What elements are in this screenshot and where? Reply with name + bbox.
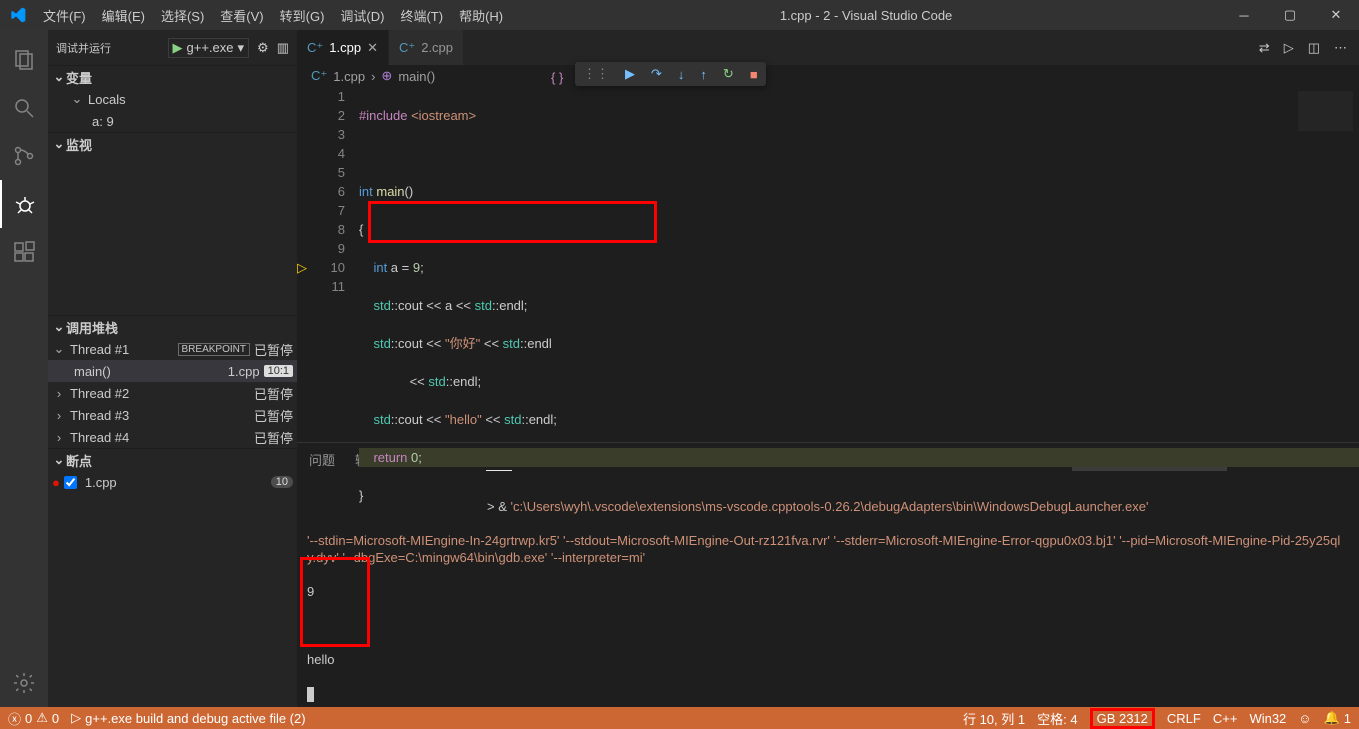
- split-editor-icon[interactable]: ◫: [1308, 40, 1320, 56]
- status-notifications[interactable]: 🔔1: [1324, 710, 1351, 726]
- status-bar: ⓧ0⚠0 ▷g++.exe build and debug active fil…: [0, 707, 1359, 729]
- locals-group[interactable]: ⌄Locals: [66, 88, 297, 110]
- glyph-margin: ▷: [297, 87, 311, 442]
- restart-icon[interactable]: ↻: [723, 66, 734, 82]
- annotation-box: [300, 557, 370, 647]
- menu-go[interactable]: 转到(G): [272, 6, 333, 25]
- play-icon[interactable]: ▶: [173, 40, 183, 56]
- cpp-file-icon: C⁺: [311, 68, 327, 84]
- variable-a[interactable]: a: 9: [66, 110, 297, 132]
- panel: 问题 输出 调试控制台 终端 2: cppdbg: 1.exe ＋ ◫ 🗑 ˄ …: [297, 442, 1359, 707]
- thread-4[interactable]: ›Thread #4已暂停: [48, 426, 297, 448]
- thread-1[interactable]: ⌄Thread #1BREAKPOINT已暂停: [48, 338, 297, 360]
- extensions-icon[interactable]: [0, 228, 48, 276]
- bell-icon: 🔔: [1324, 710, 1340, 726]
- status-platform[interactable]: Win32: [1249, 711, 1286, 726]
- stop-icon[interactable]: ■: [750, 67, 758, 82]
- line-numbers: 1234567891011: [311, 87, 359, 442]
- compare-icon[interactable]: ⇄: [1259, 40, 1270, 56]
- gear-icon[interactable]: ⚙: [257, 40, 269, 56]
- menu-view[interactable]: 查看(V): [212, 6, 271, 25]
- menu-debug[interactable]: 调试(D): [332, 6, 392, 25]
- breakpoint-row[interactable]: ● 1.cpp 10: [48, 471, 297, 493]
- search-icon[interactable]: [0, 84, 48, 132]
- window-title: 1.cpp - 2 - Visual Studio Code: [511, 8, 1221, 23]
- menu-file[interactable]: 文件(F): [35, 6, 94, 25]
- close-button[interactable]: ✕: [1313, 0, 1359, 30]
- watch-body[interactable]: [48, 155, 297, 315]
- tab-1cpp[interactable]: C⁺1.cpp✕: [297, 30, 389, 65]
- breadcrumb[interactable]: C⁺1.cpp› ⊕main(): [297, 65, 1359, 87]
- minimap[interactable]: [1298, 91, 1353, 131]
- status-encoding[interactable]: GB 2312: [1090, 708, 1155, 729]
- watch-section[interactable]: ⌄监视: [48, 133, 297, 155]
- terminal-cursor: [307, 687, 314, 702]
- warning-icon: ⚠: [36, 710, 48, 726]
- run-icon[interactable]: ▷: [1284, 40, 1294, 56]
- chevron-down-icon: ▾: [238, 40, 245, 56]
- activity-bar: [0, 30, 48, 707]
- sidebar-title: 调试并运行: [56, 40, 160, 56]
- debug-icon[interactable]: [0, 180, 48, 228]
- tab-2cpp[interactable]: C⁺2.cpp: [389, 30, 464, 65]
- status-language[interactable]: C++: [1213, 711, 1238, 726]
- vscode-logo-icon: [0, 7, 35, 23]
- cpp-file-icon: C⁺: [307, 40, 323, 56]
- breakpoint-dot-icon: ●: [52, 475, 60, 490]
- code-lines[interactable]: #include <iostream> int main() { int a =…: [359, 87, 1359, 442]
- editor-tabs: C⁺1.cpp✕ C⁺2.cpp ⇄ ▷ ◫ ⋯: [297, 30, 1359, 65]
- close-tab-icon[interactable]: ✕: [367, 40, 378, 56]
- step-into-icon[interactable]: ↓: [678, 67, 685, 82]
- thread-2[interactable]: ›Thread #2已暂停: [48, 382, 297, 404]
- debug-config-dropdown[interactable]: ▶ g++.exe ▾: [168, 38, 250, 58]
- maximize-button[interactable]: ▢: [1267, 0, 1313, 30]
- settings-gear-icon[interactable]: [0, 659, 48, 707]
- function-icon: ⊕: [381, 68, 392, 84]
- debug-console-icon[interactable]: ▥: [277, 40, 289, 56]
- editor-area: C⁺1.cpp✕ C⁺2.cpp ⇄ ▷ ◫ ⋯ C⁺1.cpp› ⊕main(…: [297, 30, 1359, 707]
- execution-pointer-icon: ▷: [297, 258, 311, 277]
- variables-section[interactable]: ⌄变量: [48, 66, 297, 88]
- status-errors[interactable]: ⓧ0⚠0: [8, 709, 59, 728]
- error-icon: ⓧ: [8, 709, 21, 728]
- cpp-file-icon: C⁺: [399, 40, 415, 56]
- terminal-body[interactable]: > & 'c:\Users\wyh\.vscode\extensions\ms-…: [297, 475, 1359, 707]
- step-over-icon[interactable]: ↷: [651, 66, 662, 82]
- sidebar-header: 调试并运行 ▶ g++.exe ▾ ⚙ ▥: [48, 30, 297, 65]
- step-out-icon[interactable]: ↑: [700, 67, 707, 82]
- menu-bar: 文件(F) 编辑(E) 选择(S) 查看(V) 转到(G) 调试(D) 终端(T…: [35, 6, 511, 25]
- drag-handle-icon[interactable]: ⋮⋮: [583, 66, 609, 82]
- callstack-section[interactable]: ⌄调用堆栈: [48, 316, 297, 338]
- status-eol[interactable]: CRLF: [1167, 711, 1201, 726]
- status-feedback-icon[interactable]: ☺: [1298, 711, 1311, 726]
- sidebar: 调试并运行 ▶ g++.exe ▾ ⚙ ▥ ⌄变量 ⌄Locals a: 9 ⌄…: [48, 30, 297, 707]
- braces-icon[interactable]: { }: [551, 70, 563, 85]
- title-bar: 文件(F) 编辑(E) 选择(S) 查看(V) 转到(G) 调试(D) 终端(T…: [0, 0, 1359, 30]
- scm-icon[interactable]: [0, 132, 48, 180]
- menu-selection[interactable]: 选择(S): [153, 6, 212, 25]
- continue-icon[interactable]: ▶: [625, 66, 635, 82]
- thread-3[interactable]: ›Thread #3已暂停: [48, 404, 297, 426]
- tab-problems[interactable]: 问题: [309, 450, 335, 469]
- more-icon[interactable]: ⋯: [1334, 40, 1347, 56]
- minimize-button[interactable]: ─: [1221, 0, 1267, 30]
- code-editor[interactable]: ▷ 1234567891011 #include <iostream> int …: [297, 87, 1359, 442]
- breakpoint-checkbox[interactable]: [64, 476, 77, 489]
- play-icon: ▷: [71, 710, 81, 726]
- menu-help[interactable]: 帮助(H): [451, 6, 511, 25]
- status-cursor-pos[interactable]: 行 10, 列 1: [963, 709, 1025, 728]
- debug-toolbar[interactable]: ⋮⋮ ▶ ↷ ↓ ↑ ↻ ■: [575, 62, 766, 86]
- status-spaces[interactable]: 空格: 4: [1037, 709, 1077, 728]
- status-task[interactable]: ▷g++.exe build and debug active file (2): [71, 710, 305, 726]
- explorer-icon[interactable]: [0, 36, 48, 84]
- menu-edit[interactable]: 编辑(E): [94, 6, 153, 25]
- debug-config-label: g++.exe: [187, 40, 234, 55]
- breakpoints-section[interactable]: ⌄断点: [48, 449, 297, 471]
- menu-terminal[interactable]: 终端(T): [392, 6, 451, 25]
- stack-frame-main[interactable]: main()1.cpp10:1: [48, 360, 297, 382]
